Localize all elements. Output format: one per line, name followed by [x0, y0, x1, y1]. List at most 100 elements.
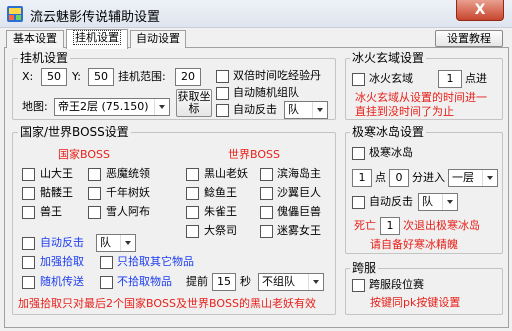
boss-label: 千年树妖 [106, 186, 150, 199]
get-coords-button[interactable]: 获取坐标 [176, 89, 212, 117]
chevron-down-icon [120, 235, 135, 251]
icecave-auto-counter-value: 队 [422, 195, 433, 208]
boss-label: 恶魔统领 [106, 167, 150, 180]
boss-label: 迷雾女王 [277, 224, 321, 237]
firewater-checkbox[interactable] [352, 73, 365, 86]
hangup-auto-counter-checkbox[interactable] [216, 104, 229, 117]
seconds-label: 秒 [240, 275, 251, 288]
firewater-points-input[interactable]: 1 [438, 70, 462, 88]
boss-checkbox[interactable] [88, 206, 101, 219]
boss-auto-counter-checkbox[interactable] [22, 237, 35, 250]
range-label: 挂机范围: [118, 70, 166, 83]
hangup-auto-counter-select[interactable]: 队 [284, 101, 328, 119]
boost-pickup-checkbox[interactable] [22, 256, 35, 269]
icecave-auto-counter-checkbox[interactable] [352, 196, 365, 209]
icecave-minute-label: 分进入 [412, 171, 445, 184]
y-label: Y: [72, 70, 81, 83]
boss-checkbox[interactable] [260, 168, 273, 181]
boss-checkbox[interactable] [186, 168, 199, 181]
boss-checkbox[interactable] [22, 168, 35, 181]
auto-random-team-label: 自动随机组队 [233, 86, 299, 99]
boost-pickup-label: 加强拾取 [40, 255, 84, 268]
icecave-auto-counter-select[interactable]: 队 [418, 193, 458, 211]
advance-label: 提前 [186, 275, 208, 288]
boss-checkbox[interactable] [186, 187, 199, 200]
team-mode-value: 不组队 [262, 275, 295, 288]
boss-label: 朱雀王 [204, 205, 237, 218]
icecave-floor-select[interactable]: 一层 [448, 169, 498, 187]
crossserver-checkbox[interactable] [352, 279, 365, 292]
boss-checkbox[interactable] [186, 206, 199, 219]
chevron-down-icon [308, 274, 323, 290]
icecave-hour-label: 点 [375, 171, 386, 184]
icecave-death-input[interactable]: 1 [380, 217, 400, 235]
boss-group-title: 国家/世界BOSS设置 [18, 125, 131, 139]
boss-checkbox[interactable] [260, 187, 273, 200]
x-input[interactable]: 50 [41, 68, 67, 86]
y-input[interactable]: 50 [88, 68, 114, 86]
boss-label: 鲶鱼王 [204, 186, 237, 199]
icecave-checkbox[interactable] [352, 147, 365, 160]
chevron-down-icon [482, 170, 497, 186]
random-send-checkbox[interactable] [22, 276, 35, 289]
boss-checkbox[interactable] [260, 206, 273, 219]
boss-label: 黑山老妖 [204, 167, 248, 180]
boss-auto-counter-label: 自动反击 [40, 236, 84, 249]
boss-label: 山大王 [40, 167, 73, 180]
icecave-group-title: 极寒冰岛设置 [350, 125, 427, 139]
icecave-label: 极寒冰岛 [369, 146, 413, 159]
icecave-floor-value: 一层 [452, 171, 474, 184]
boss-checkbox[interactable] [186, 225, 199, 238]
window-title: 流云魅影传说辅助设置 [30, 10, 161, 25]
double-exp-checkbox[interactable] [216, 70, 229, 83]
pickup-other-label: 只拾取其它物品 [117, 255, 194, 268]
map-select[interactable]: 帝王2层 (75.150) [54, 98, 170, 116]
world-boss-header: 世界BOSS [228, 148, 280, 161]
random-send-label: 随机传送 [40, 275, 84, 288]
map-label: 地图: [22, 100, 48, 113]
boss-checkbox[interactable] [260, 225, 273, 238]
team-mode-select[interactable]: 不组队 [258, 273, 324, 291]
x-label: X: [22, 70, 34, 83]
pickup-other-checkbox[interactable] [100, 256, 113, 269]
close-button[interactable]: X [456, 0, 504, 21]
auto-random-team-checkbox[interactable] [216, 87, 229, 100]
boss-auto-counter-select[interactable]: 队 [96, 234, 136, 252]
boss-checkbox[interactable] [88, 187, 101, 200]
chevron-down-icon [442, 194, 457, 210]
boss-checkbox[interactable] [88, 168, 101, 181]
boss-auto-counter-value: 队 [100, 236, 111, 249]
tab-auto-settings[interactable]: 自动设置 [130, 30, 186, 48]
crossserver-note: 按键同pk按键设置 [370, 296, 461, 309]
crossserver-label: 跨服段位赛 [369, 278, 424, 291]
tab-hangup-settings[interactable]: 挂机设置 [66, 29, 128, 49]
double-exp-label: 双倍时间吃经验丹 [233, 69, 321, 82]
boss-label: 大祭司 [204, 224, 237, 237]
boost-pickup-note: 加强拾取只对最后2个国家BOSS及世界BOSS的黑山老妖有效 [18, 297, 316, 310]
icecave-minute-input[interactable]: 0 [389, 169, 409, 187]
boss-checkbox[interactable] [22, 187, 35, 200]
boss-label: 雪人阿布 [106, 205, 150, 218]
crossserver-group-title: 跨服 [350, 261, 379, 275]
icecave-death-label: 死亡 [354, 219, 376, 232]
boss-label: 沙翼巨人 [277, 186, 321, 199]
range-input[interactable]: 20 [175, 68, 201, 86]
tab-basic-settings[interactable]: 基本设置 [6, 30, 64, 48]
firewater-points-label: 点进 [465, 72, 487, 85]
advance-input[interactable]: 15 [212, 273, 236, 291]
boss-label: 傀儡巨兽 [277, 205, 321, 218]
firewater-group-title: 冰火玄域设置 [350, 51, 427, 65]
map-select-value: 帝王2层 (75.150) [58, 100, 149, 113]
icecave-hour-input[interactable]: 1 [352, 169, 372, 187]
no-pickup-label: 不拾取物品 [117, 275, 172, 288]
firewater-note: 冰火玄域从设置的时间进一直挂到没时间了为止 [355, 91, 487, 118]
firewater-label: 冰火玄域 [369, 72, 413, 85]
help-tutorial-button[interactable]: 设置教程 [435, 30, 503, 47]
icecave-exit-label: 次退出极寒冰岛 [403, 219, 480, 232]
no-pickup-checkbox[interactable] [100, 276, 113, 289]
app-icon [7, 6, 23, 22]
boss-label: 骷髅王 [40, 186, 73, 199]
boss-label: 滨海岛主 [277, 167, 321, 180]
boss-label: 兽王 [40, 205, 62, 218]
boss-checkbox[interactable] [22, 206, 35, 219]
